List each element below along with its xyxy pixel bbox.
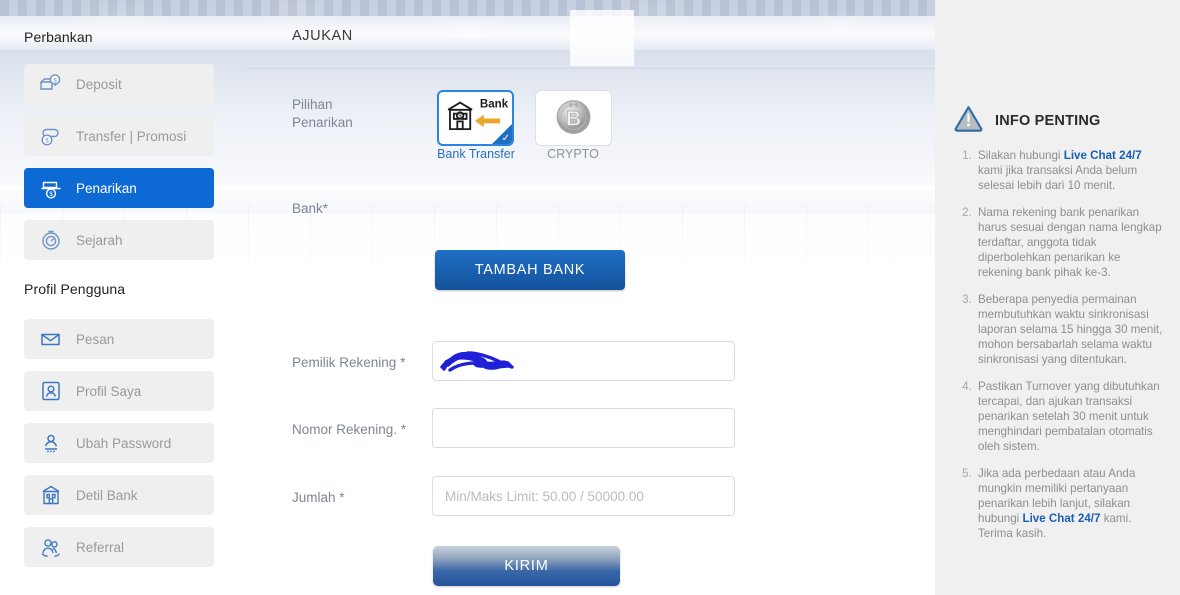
info-text: Silakan hubungi bbox=[978, 149, 1064, 162]
sidebar-item-label: Deposit bbox=[76, 76, 122, 92]
deposit-icon: $ bbox=[38, 71, 64, 97]
user-card-icon bbox=[38, 378, 64, 404]
label-text: Nomor Rekening. bbox=[292, 422, 398, 437]
page-title: AJUKAN bbox=[292, 28, 353, 44]
account-owner-input[interactable] bbox=[432, 341, 735, 381]
method-caption-crypto: CRYPTO bbox=[547, 147, 599, 161]
info-item: Pastikan Turnover yang dibutuhkan tercap… bbox=[975, 379, 1165, 455]
required-asterisk: * bbox=[339, 490, 345, 505]
history-icon bbox=[38, 227, 64, 253]
sidebar: Perbankan Profil Pengguna $ Deposit $ Tr… bbox=[0, 0, 245, 595]
info-text: Beberapa penyedia permainan membutuhkan … bbox=[978, 292, 1163, 367]
info-header: INFO PENTING bbox=[953, 104, 1101, 138]
withdraw-icon: $ bbox=[38, 175, 64, 201]
sidebar-item-sejarah[interactable]: Sejarah bbox=[24, 220, 214, 260]
amount-input[interactable] bbox=[432, 476, 735, 516]
live-chat-link[interactable]: Live Chat 24/7 bbox=[1064, 149, 1142, 162]
sidebar-item-ubah-password[interactable]: Ubah Password bbox=[24, 423, 214, 463]
sidebar-item-label: Detil Bank bbox=[76, 487, 138, 503]
sidebar-item-label: Sejarah bbox=[76, 232, 123, 248]
sidebar-item-label: Pesan bbox=[76, 331, 115, 347]
live-chat-link[interactable]: Live Chat 24/7 bbox=[1022, 512, 1100, 525]
bank-label: Bank* bbox=[292, 201, 329, 216]
info-title: INFO PENTING bbox=[995, 113, 1101, 129]
warning-triangle-icon bbox=[953, 104, 984, 138]
bitcoin-icon: B bbox=[556, 100, 591, 135]
bank-icon bbox=[38, 482, 64, 508]
method-tile-bank-transfer[interactable]: $ Bank ✓ bbox=[437, 90, 514, 146]
sidebar-item-profil-saya[interactable]: Profil Saya bbox=[24, 371, 214, 411]
add-bank-button[interactable]: TAMBAH BANK bbox=[435, 250, 625, 290]
method-tile-crypto[interactable]: B bbox=[535, 90, 612, 146]
account-number-label: Nomor Rekening. * bbox=[292, 421, 406, 439]
label-text: Pemilik Rekening bbox=[292, 355, 397, 370]
sidebar-item-label: Transfer | Promosi bbox=[76, 128, 187, 144]
sidebar-item-label: Penarikan bbox=[76, 180, 137, 196]
account-owner-label: Pemilik Rekening * bbox=[292, 354, 405, 372]
svg-text:$: $ bbox=[458, 113, 462, 120]
envelope-icon bbox=[38, 326, 64, 352]
check-icon: ✓ bbox=[501, 133, 510, 144]
svg-text:Bank: Bank bbox=[480, 98, 509, 110]
account-number-input[interactable] bbox=[432, 408, 735, 448]
svg-text:B: B bbox=[566, 108, 581, 131]
sidebar-item-pesan[interactable]: Pesan bbox=[24, 319, 214, 359]
transfer-icon: $ bbox=[38, 123, 64, 149]
method-label: Pilihan Penarikan bbox=[292, 96, 402, 132]
submit-button[interactable]: KIRIM bbox=[433, 546, 620, 586]
main-content: AJUKAN Pilihan Penarikan * $ Bank ✓ Bank… bbox=[245, 0, 1180, 595]
info-item: Jika ada perbedaan atau Anda mungkin mem… bbox=[975, 466, 1165, 542]
info-list: Silakan hubungi Live Chat 24/7 kami jika… bbox=[951, 148, 1165, 553]
label-text: Jumlah bbox=[292, 490, 336, 505]
user-key-icon bbox=[38, 430, 64, 456]
info-item: Nama rekening bank penarikan harus sesua… bbox=[975, 205, 1165, 281]
referral-icon bbox=[38, 534, 64, 560]
amount-label: Jumlah * bbox=[292, 489, 345, 507]
info-item: Beberapa penyedia permainan membutuhkan … bbox=[975, 292, 1165, 368]
sidebar-header-profile: Profil Pengguna bbox=[24, 281, 126, 297]
sidebar-header-banking: Perbankan bbox=[24, 29, 93, 45]
required-asterisk: * bbox=[400, 422, 407, 437]
method-label-line1: Pilihan bbox=[292, 97, 333, 112]
method-label-line2: Penarikan bbox=[292, 115, 353, 130]
info-text: Nama rekening bank penarikan harus sesua… bbox=[978, 205, 1162, 280]
info-item: Silakan hubungi Live Chat 24/7 kami jika… bbox=[975, 148, 1165, 194]
sidebar-item-transfer[interactable]: $ Transfer | Promosi bbox=[24, 116, 214, 156]
sidebar-item-label: Profil Saya bbox=[76, 383, 142, 399]
info-panel: INFO PENTING Silakan hubungi Live Chat 2… bbox=[935, 0, 1180, 595]
sidebar-item-detil-bank[interactable]: Detil Bank bbox=[24, 475, 214, 515]
sidebar-item-penarikan[interactable]: $ Penarikan bbox=[24, 168, 214, 208]
info-text: Pastikan Turnover yang dibutuhkan tercap… bbox=[978, 379, 1160, 454]
method-caption-bank-transfer: Bank Transfer bbox=[437, 147, 515, 161]
sidebar-item-label: Ubah Password bbox=[76, 435, 172, 451]
sidebar-item-label: Referral bbox=[76, 539, 125, 555]
sidebar-item-deposit[interactable]: $ Deposit bbox=[24, 64, 214, 104]
sidebar-item-referral[interactable]: Referral bbox=[24, 527, 214, 567]
info-text: kami jika transaksi Anda belum selesai l… bbox=[978, 164, 1138, 193]
required-asterisk: * bbox=[400, 355, 406, 370]
